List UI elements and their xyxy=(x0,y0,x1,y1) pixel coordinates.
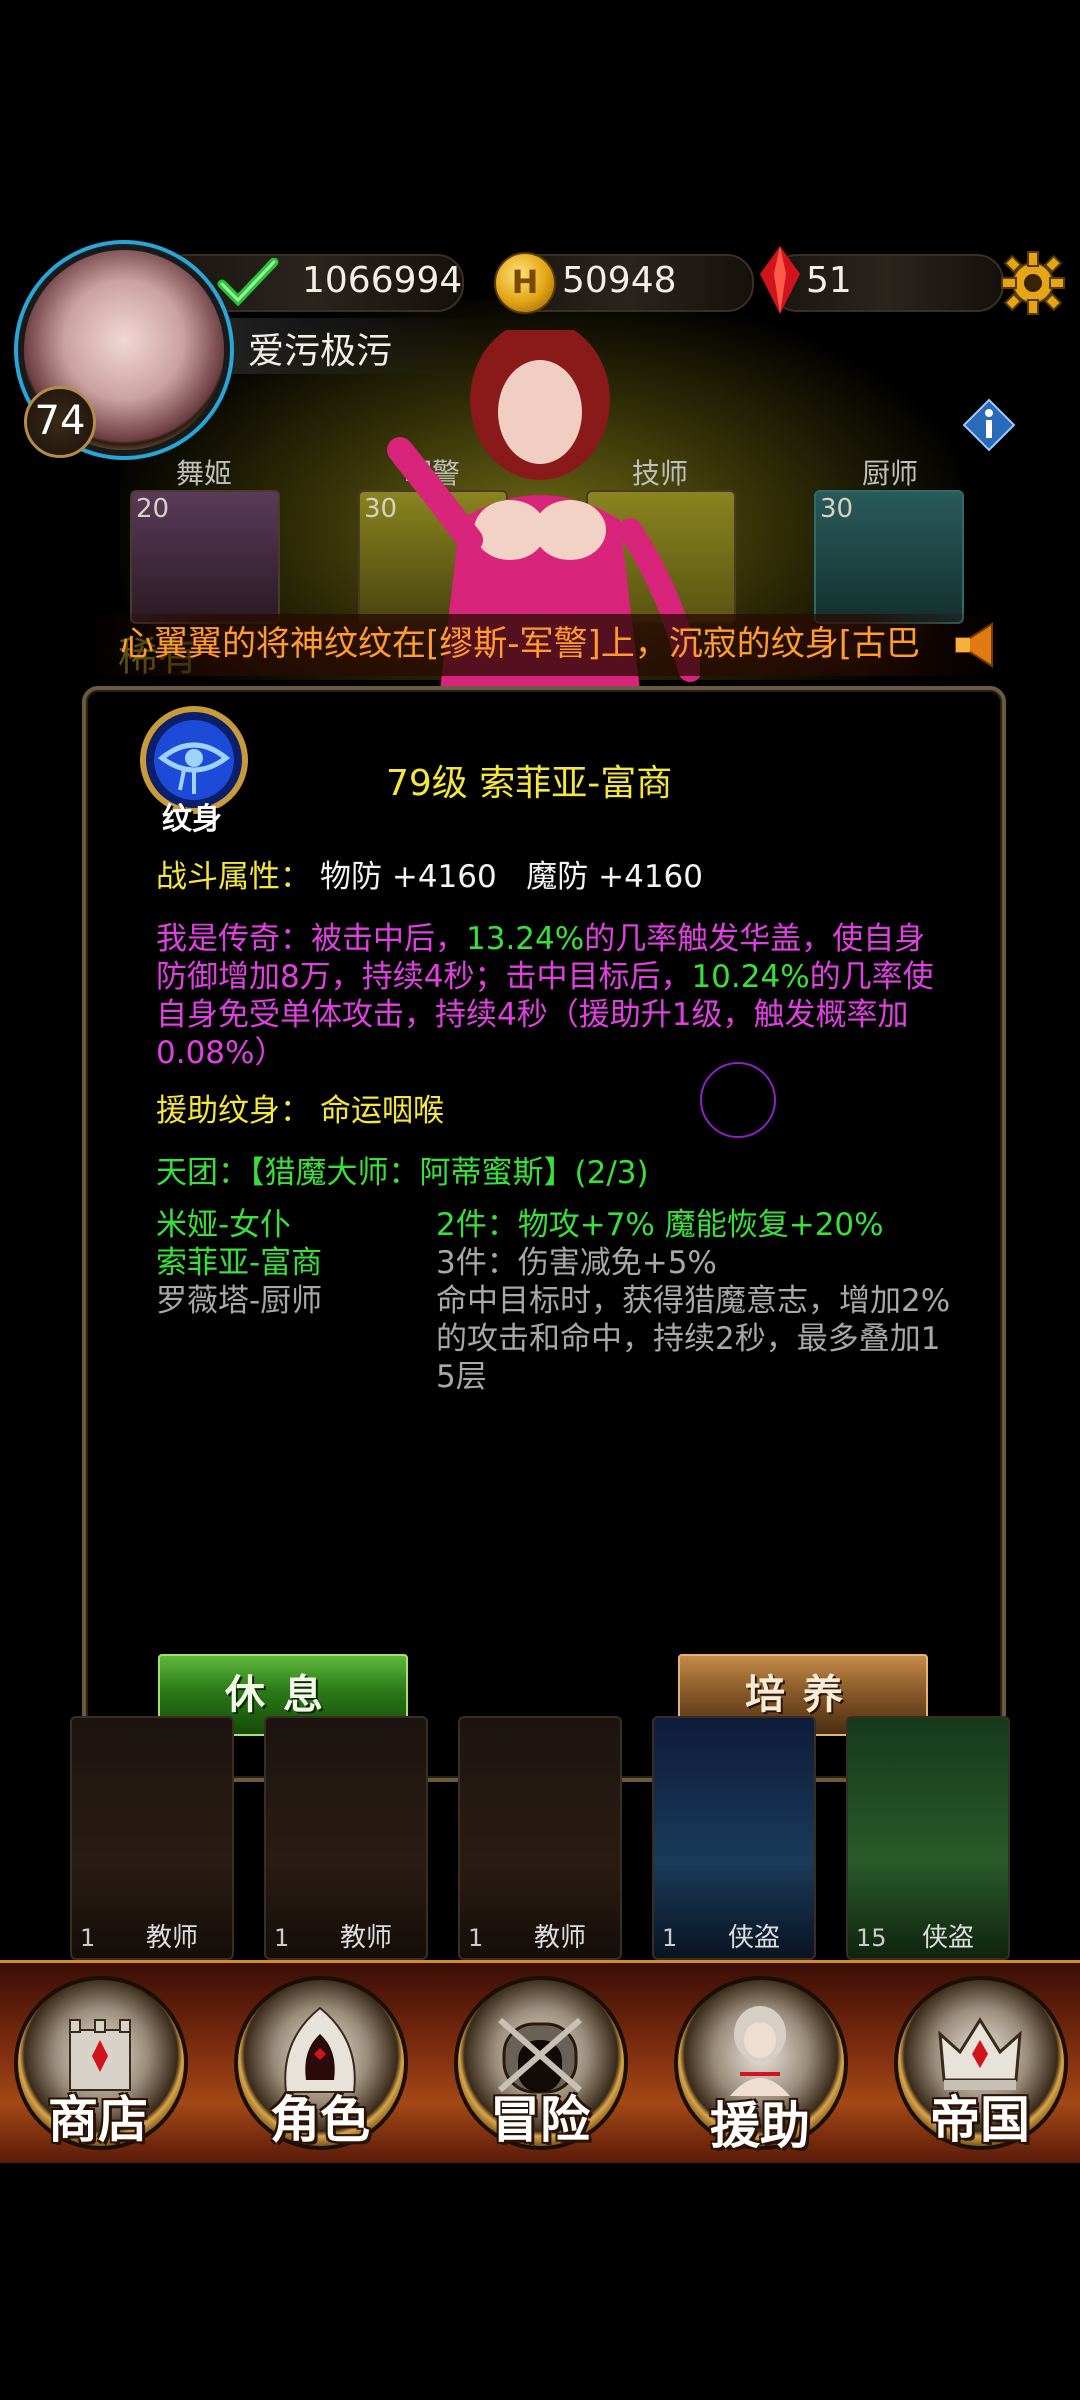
skill-text-segment: 10.24% xyxy=(691,959,810,995)
roster-card-job: 教师 xyxy=(533,1923,586,1953)
roster-card-job: 教师 xyxy=(339,1923,392,1953)
broadcast-ticker: 心翼翼的将神纹纹在[缪斯-军警]上，沉寂的纹身[古巴 xyxy=(120,624,921,664)
settings-gear-icon[interactable] xyxy=(1000,250,1066,316)
set-bonus-3: 3件：伤害减免+5% xyxy=(436,1245,717,1281)
girl-portrait-icon xyxy=(710,2000,810,2100)
roster-card-job: 侠盗 xyxy=(727,1923,780,1953)
skill-description: 我是传奇：被击中后，13.24%的几率触发华盖，使自身防御增加8万，持续4秒；击… xyxy=(156,920,946,1072)
roster-card[interactable]: 1 侠盗 xyxy=(652,1716,816,1960)
team-member-1: 米娅-女仆 xyxy=(156,1207,292,1243)
tattoo-badge-label: 纹身 xyxy=(162,802,222,837)
roster-card-num: 15 xyxy=(856,1924,887,1952)
megaphone-icon[interactable] xyxy=(952,620,1004,670)
assist-tattoo-value: 命运咽喉 xyxy=(320,1093,444,1129)
gold-coin-icon: H xyxy=(494,252,556,314)
power-check-icon xyxy=(216,257,280,307)
touch-indicator-circle xyxy=(700,1062,776,1138)
team-member-2: 索菲亚-富商 xyxy=(156,1245,323,1281)
nav-assist-label: 援助 xyxy=(710,2096,810,2155)
roster-card[interactable]: 1 教师 xyxy=(458,1716,622,1960)
player-level-badge: 74 xyxy=(24,386,96,458)
roster-card[interactable]: 1 教师 xyxy=(264,1716,428,1960)
nav-character-label: 角色 xyxy=(270,2090,370,2149)
team-set-title: 天团：【猎魔大师：阿蒂蜜斯】(2/3) xyxy=(156,1155,649,1191)
red-gem-icon xyxy=(756,244,804,316)
nav-shop-label: 商店 xyxy=(48,2090,148,2149)
roster-card-job: 侠盗 xyxy=(921,1923,974,1953)
power-value: 1066994 xyxy=(302,260,463,301)
char-label-dancer: 舞姬 xyxy=(176,457,233,490)
roster-card-num: 1 xyxy=(662,1924,678,1952)
dialog-title: 79级 索菲亚-富商 xyxy=(386,763,673,804)
roster-card-num: 1 xyxy=(274,1924,290,1952)
roster-card[interactable]: 15 侠盗 xyxy=(846,1716,1010,1960)
char-card-num: 20 xyxy=(136,494,170,524)
nav-empire-label: 帝国 xyxy=(930,2090,1030,2149)
roster-card-num: 1 xyxy=(468,1924,484,1952)
combat-attr-label: 战斗属性： xyxy=(156,859,311,895)
skill-text-segment: 13.24% xyxy=(466,921,585,957)
set-bonus-effect: 命中目标时，获得猎魔意志，增加2%的攻击和命中，持续2秒，最多叠加15层 xyxy=(436,1283,951,1395)
roster-card-job: 教师 xyxy=(145,1923,198,1953)
set-bonus-2: 2件：物攻+7% 魔能恢复+20% xyxy=(436,1207,884,1243)
gold-value: 50948 xyxy=(562,260,677,301)
roster-card-num: 1 xyxy=(80,1924,96,1952)
combat-attr-values: 物防 +4160 魔防 +4160 xyxy=(320,859,704,895)
roster-card[interactable]: 1 教师 xyxy=(70,1716,234,1960)
team-member-3: 罗薇塔-厨师 xyxy=(156,1283,323,1319)
skill-text-segment: 我是传奇：被击中后， xyxy=(156,921,466,957)
assist-tattoo-label: 援助纹身： xyxy=(156,1093,311,1129)
char-label-chef: 厨师 xyxy=(862,457,919,490)
gem-value: 51 xyxy=(806,260,852,301)
nav-adventure-label: 冒险 xyxy=(490,2090,590,2149)
char-card-num: 30 xyxy=(820,494,854,524)
info-icon[interactable] xyxy=(962,398,1016,452)
